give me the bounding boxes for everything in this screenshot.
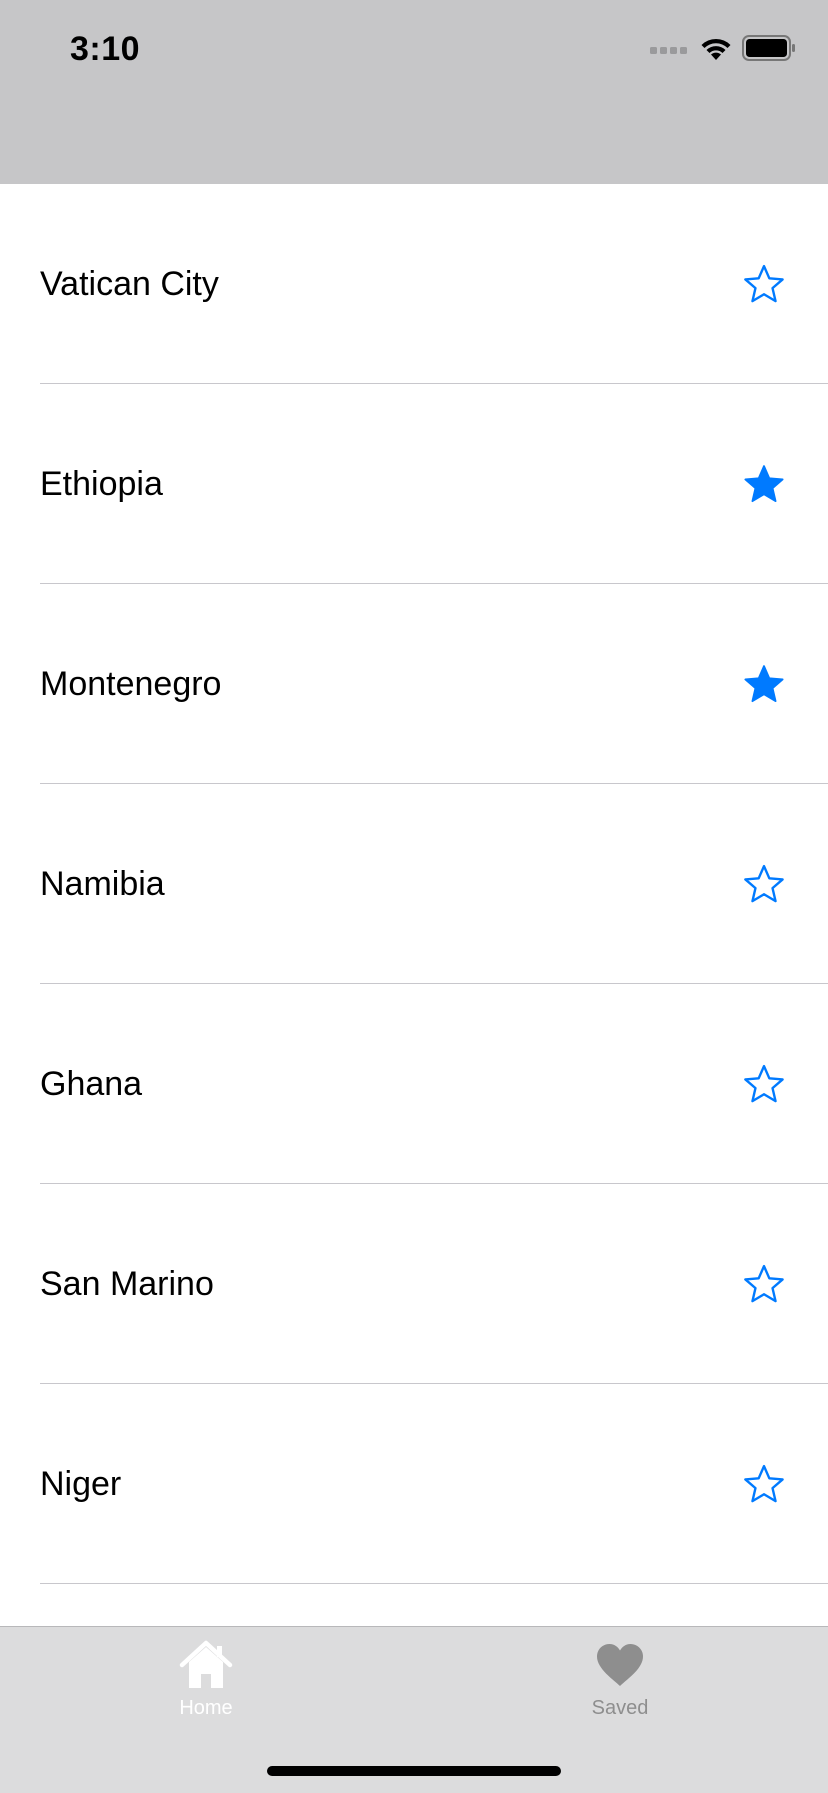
tab-saved[interactable]: Saved <box>540 1639 700 1720</box>
status-bar: 3:10 <box>0 0 828 184</box>
country-row[interactable]: Ghana <box>0 984 828 1184</box>
country-name: Namibia <box>40 865 165 903</box>
country-name: Niger <box>40 1465 122 1503</box>
country-list[interactable]: Vatican City Ethiopia Montenegro Namibia Gha… <box>0 184 828 1626</box>
battery-icon <box>742 34 796 66</box>
tab-saved-label: Saved <box>591 1697 649 1719</box>
country-row[interactable]: Montenegro <box>0 584 828 784</box>
country-row[interactable]: Namibia <box>0 784 828 984</box>
cellular-signal-icon <box>650 41 690 60</box>
tab-home-label: Home <box>179 1697 233 1719</box>
star-filled-icon[interactable] <box>740 660 788 708</box>
star-outline-icon[interactable] <box>740 860 788 908</box>
star-outline-icon[interactable] <box>740 1460 788 1508</box>
country-name: San Marino <box>40 1265 214 1303</box>
country-row[interactable]: Ethiopia <box>0 384 828 584</box>
country-row[interactable]: Niger <box>0 1384 828 1584</box>
status-time: 3:10 <box>70 30 141 68</box>
star-outline-icon[interactable] <box>740 260 788 308</box>
country-row[interactable]: Vatican City <box>0 184 828 384</box>
country-name: Ethiopia <box>40 465 163 503</box>
star-outline-icon[interactable] <box>740 1260 788 1308</box>
home-indicator[interactable] <box>267 1766 561 1776</box>
country-name: Ghana <box>40 1065 143 1103</box>
star-outline-icon[interactable] <box>740 1060 788 1108</box>
tab-home[interactable]: Home <box>126 1639 286 1720</box>
country-name: Vatican City <box>40 265 219 303</box>
status-icons <box>650 34 796 66</box>
country-name: Montenegro <box>40 665 222 703</box>
star-filled-icon[interactable] <box>740 460 788 508</box>
house-icon <box>176 1639 236 1691</box>
heart-icon <box>590 1639 650 1691</box>
wifi-icon <box>700 35 732 66</box>
country-row[interactable]: San Marino <box>0 1184 828 1384</box>
